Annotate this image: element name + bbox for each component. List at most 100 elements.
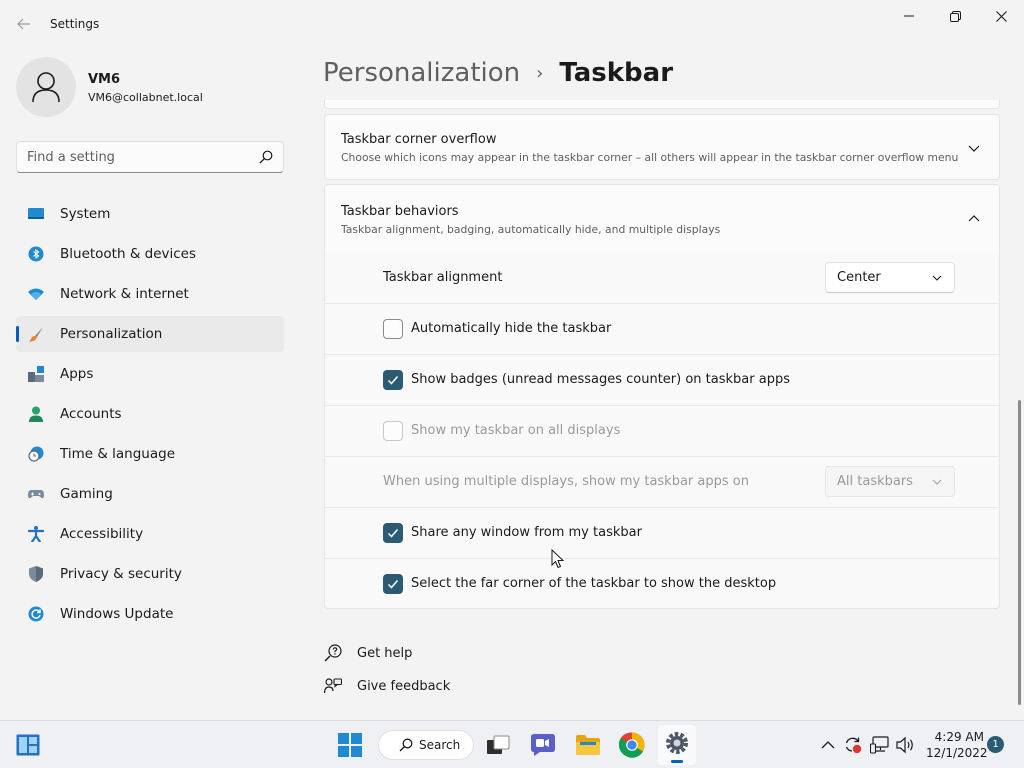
sidebar-item-label: System (60, 206, 111, 222)
share-window-row: Share any window from my taskbar (325, 507, 999, 558)
file-explorer-button[interactable] (574, 731, 602, 759)
page-title: Taskbar (559, 58, 674, 88)
sidebar-item-label: Gaming (60, 486, 113, 502)
chrome-button[interactable] (618, 731, 646, 759)
back-button[interactable] (10, 12, 38, 36)
search-icon[interactable] (259, 150, 273, 164)
give-feedback-link[interactable]: Give feedback (324, 677, 450, 695)
give-feedback-label: Give feedback (357, 678, 451, 694)
auto-hide-checkbox[interactable] (383, 319, 403, 339)
breadcrumb-separator: › (536, 62, 544, 84)
chevron-up-icon (821, 741, 835, 749)
sidebar-item-gaming[interactable]: Gaming (16, 476, 284, 512)
show-hidden-icons-button[interactable] (816, 731, 840, 759)
close-icon (995, 10, 1007, 22)
accounts-icon (29, 406, 43, 422)
shield-icon (29, 566, 43, 582)
brush-icon (28, 327, 43, 342)
user-icon (32, 72, 60, 103)
card-title: Taskbar corner overflow (341, 132, 497, 147)
restore-button[interactable] (932, 0, 978, 32)
sidebar-item-label: Privacy & security (60, 566, 182, 582)
breadcrumb: Personalization › Taskbar (323, 58, 673, 88)
sidebar-item-privacy[interactable]: Privacy & security (16, 556, 284, 592)
gamepad-icon (28, 490, 44, 499)
get-help-label: Get help (357, 645, 413, 661)
apps-icon (28, 366, 44, 382)
row-label: When using multiple displays, show my ta… (383, 474, 749, 489)
taskbar-corner-overflow-card[interactable]: Taskbar corner overflow Choose which ico… (324, 114, 1000, 180)
show-badges-checkbox[interactable] (383, 370, 403, 390)
taskbar-behaviors-card[interactable]: Taskbar behaviors Taskbar alignment, bad… (324, 184, 1000, 254)
check-icon (387, 376, 399, 385)
search-box[interactable] (16, 141, 284, 173)
task-view-button[interactable] (484, 731, 512, 759)
clock-date[interactable]: 12/1/2022 (926, 746, 988, 760)
taskbar-alignment-dropdown[interactable]: Center (825, 262, 955, 293)
arrow-left-icon (17, 18, 30, 30)
sidebar-item-personalization[interactable]: Personalization (16, 316, 284, 352)
far-corner-row: Select the far corner of the taskbar to … (325, 558, 999, 609)
all-displays-checkbox[interactable] (383, 421, 403, 441)
sidebar-item-label: Bluetooth & devices (60, 246, 197, 262)
title-bar: Settings (0, 0, 1024, 48)
close-button[interactable] (978, 0, 1024, 32)
feedback-icon (324, 678, 342, 694)
chrome-icon (619, 732, 645, 758)
network-icon (870, 736, 889, 754)
dropdown-value: Center (837, 270, 881, 285)
notification-badge[interactable]: 1 (987, 736, 1004, 753)
share-window-checkbox[interactable] (383, 523, 403, 543)
sidebar-item-bluetooth[interactable]: Bluetooth & devices (16, 236, 284, 272)
chevron-up-icon[interactable] (967, 212, 981, 226)
sync-status-button[interactable] (841, 731, 865, 759)
file-explorer-icon (576, 735, 600, 755)
sidebar-item-label: Windows Update (60, 606, 174, 622)
sidebar-item-label: Accounts (60, 406, 122, 422)
sidebar-item-accessibility[interactable]: Accessibility (16, 516, 284, 552)
card-description: Choose which icons may appear in the tas… (341, 151, 959, 164)
network-button[interactable] (868, 731, 892, 759)
chat-button[interactable] (529, 731, 557, 759)
clock-globe-icon (28, 446, 44, 462)
chevron-down-icon[interactable] (967, 141, 981, 155)
scrollbar-thumb[interactable] (1018, 400, 1021, 705)
previous-card-edge (324, 100, 1000, 109)
minimize-button[interactable] (886, 0, 932, 32)
widgets-button[interactable] (14, 731, 42, 759)
avatar[interactable] (16, 57, 76, 117)
taskbar-search-button[interactable]: Search (378, 730, 474, 760)
far-corner-checkbox[interactable] (383, 574, 403, 594)
system-icon (28, 208, 44, 219)
show-badges-row: Show badges (unread messages counter) on… (325, 354, 999, 405)
settings-taskbar-button[interactable] (658, 725, 696, 765)
row-label: Select the far corner of the taskbar to … (411, 576, 777, 591)
row-label: Taskbar alignment (383, 270, 503, 285)
row-label: Automatically hide the taskbar (411, 321, 612, 336)
multi-display-dropdown[interactable]: All taskbars (825, 466, 955, 497)
row-label: Share any window from my taskbar (411, 525, 642, 540)
sidebar-item-label: Time & language (60, 446, 176, 462)
sidebar-item-time-language[interactable]: Time & language (16, 436, 284, 472)
breadcrumb-parent[interactable]: Personalization (323, 58, 520, 88)
sidebar-item-windows-update[interactable]: Windows Update (16, 596, 284, 632)
get-help-link[interactable]: Get help (324, 644, 412, 662)
card-title: Taskbar behaviors (341, 204, 459, 219)
sidebar-item-accounts[interactable]: Accounts (16, 396, 284, 432)
sidebar-item-apps[interactable]: Apps (16, 356, 284, 392)
sidebar-item-system[interactable]: System (16, 196, 284, 232)
sidebar-item-label: Personalization (60, 326, 163, 342)
volume-button[interactable] (894, 731, 918, 759)
profile-name: VM6 (88, 72, 121, 87)
sidebar-item-label: Apps (60, 366, 94, 382)
taskbar-behaviors-list: Taskbar alignment Center Automatically h… (324, 253, 1000, 609)
help-icon (324, 644, 342, 662)
profile-email: VM6@collabnet.local (88, 91, 203, 104)
search-input[interactable] (17, 142, 253, 172)
chevron-down-icon (932, 479, 942, 485)
clock-time[interactable]: 4:29 AM (930, 730, 984, 744)
start-button[interactable] (336, 731, 364, 759)
taskbar: Search 4:29 AM 12/1/2022 1 (0, 720, 1024, 768)
sidebar-item-network[interactable]: Network & internet (16, 276, 284, 312)
card-description: Taskbar alignment, badging, automaticall… (341, 223, 721, 236)
